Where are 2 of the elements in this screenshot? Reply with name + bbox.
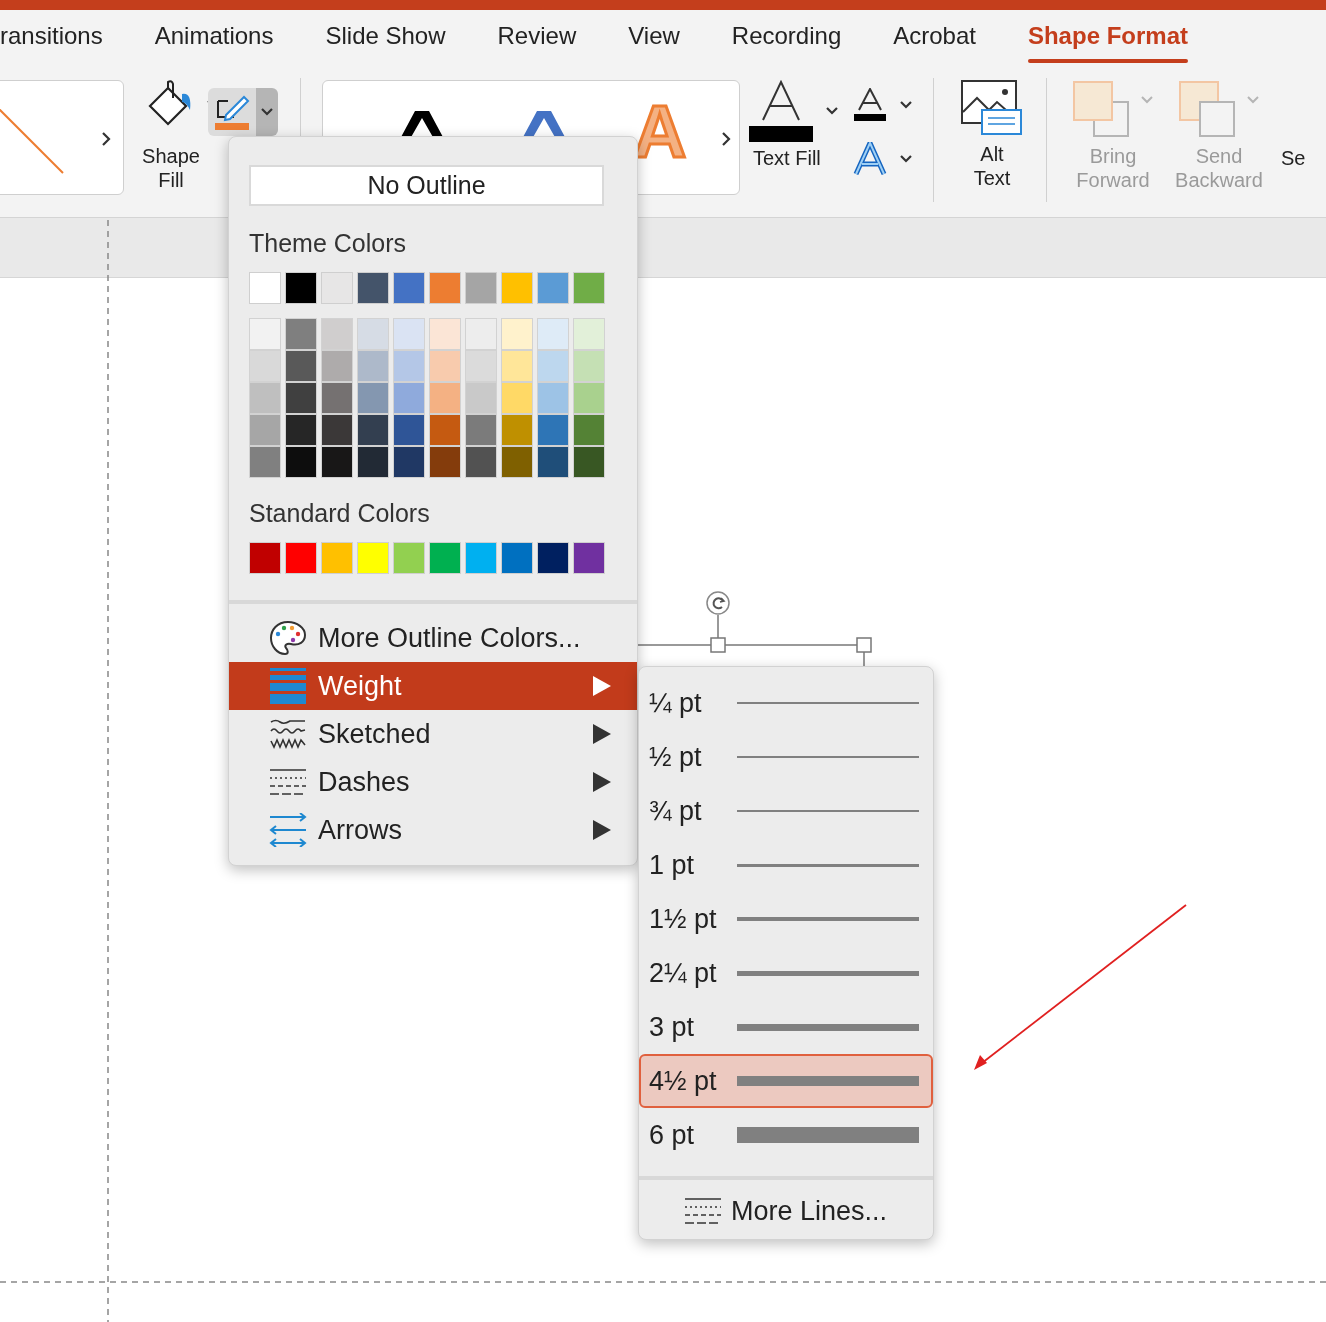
section-heading: Theme Colors	[249, 228, 407, 258]
section-heading: Standard Colors	[249, 498, 431, 528]
